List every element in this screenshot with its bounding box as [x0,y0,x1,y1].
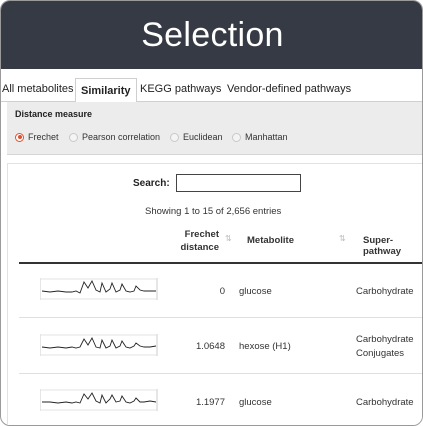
column-header-super-pathway[interactable]: Super-pathway [363,235,422,257]
tab-bar: All metabolites Similarity KEGG pathways… [1,76,422,103]
cell-super-pathway: Carbohydrate [356,334,414,345]
column-header-frechet-distance[interactable]: Frechet distance [161,228,219,254]
banner-title: Selection [141,16,284,54]
tab-kegg-pathways[interactable]: KEGG pathways [140,80,221,102]
radio-frechet-label: Frechet [28,132,59,142]
cell-super-pathway-line2: Conjugates [356,348,405,359]
row-divider [19,373,422,374]
table-info: Showing 1 to 15 of 2,656 entries [145,206,282,217]
radio-selected-icon[interactable] [15,132,24,142]
radio-euclidean-label: Euclidean [183,132,223,142]
cell-distance: 0 [219,286,225,297]
column-header-line1: Frechet [184,229,219,240]
search-input[interactable] [176,174,301,192]
profile-sparkline [40,334,158,356]
column-header-line2: distance [180,242,219,253]
profile-sparkline [40,389,158,411]
distance-measure-panel: Distance measure Frechet Pearson correla… [7,102,422,155]
row-divider [19,317,422,318]
radio-unselected-icon[interactable] [69,132,78,142]
cell-distance: 1.1977 [195,397,225,408]
search-label: Search: [133,178,170,189]
cell-super-pathway: Carbohydrate [356,397,414,408]
radio-unselected-icon[interactable] [170,132,179,142]
radio-unselected-icon[interactable] [232,132,241,142]
cell-distance: 1.0648 [195,341,225,352]
radio-manhattan-label: Manhattan [245,132,288,142]
page-banner: Selection [1,1,422,69]
tab-vendor-defined-pathways[interactable]: Vendor-defined pathways [227,80,351,102]
radio-frechet[interactable]: Frechet [15,132,59,142]
cell-metabolite[interactable]: glucose [239,397,272,408]
cell-metabolite[interactable]: hexose (H1) [239,341,291,352]
cell-super-pathway: Carbohydrate [356,286,414,297]
profile-sparkline [40,278,158,300]
radio-pearson-label: Pearson correlation [82,132,161,142]
header-divider [19,262,422,264]
radio-euclidean[interactable]: Euclidean [170,132,223,142]
sort-icon[interactable]: ⇅ [225,234,232,243]
distance-measure-title: Distance measure [15,109,93,119]
table-search: Search: [1,173,422,195]
tab-all-metabolites[interactable]: All metabolites [2,80,74,102]
column-header-metabolite[interactable]: Metabolite [247,235,294,246]
app-frame: Selection All metabolites Similarity KEG… [0,0,423,426]
radio-manhattan[interactable]: Manhattan [232,132,288,142]
sort-icon[interactable]: ⇅ [339,234,346,243]
tab-similarity[interactable]: Similarity [75,78,137,103]
radio-pearson-correlation[interactable]: Pearson correlation [69,132,160,142]
cell-metabolite[interactable]: glucose [239,286,272,297]
